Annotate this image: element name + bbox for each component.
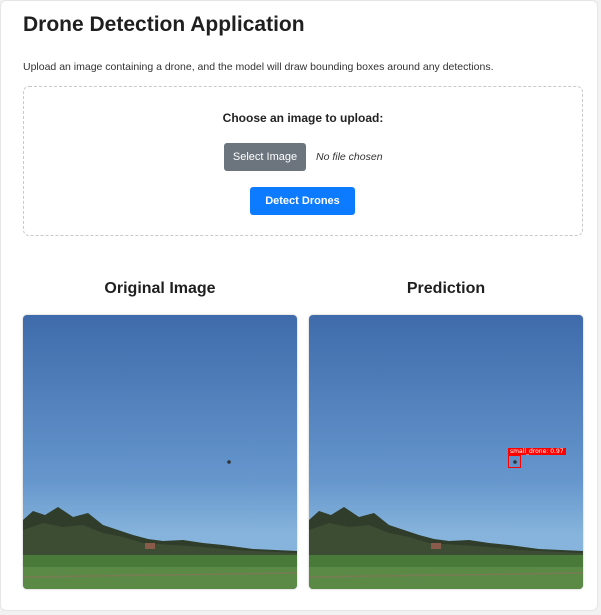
page-description: Upload an image containing a drone, and … — [23, 61, 494, 73]
file-status-text: No file chosen — [316, 151, 383, 163]
app-card: Drone Detection Application Upload an im… — [0, 0, 598, 611]
original-image — [23, 315, 297, 589]
detection-bounding-box — [508, 455, 521, 468]
original-image-heading: Original Image — [104, 280, 216, 297]
prediction-heading: Prediction — [406, 280, 486, 297]
page-title: Drone Detection Application — [23, 13, 305, 36]
upload-label: Choose an image to upload: — [222, 111, 384, 125]
file-input-row: Select Image No file chosen — [224, 143, 383, 171]
detect-drones-button[interactable]: Detect Drones — [250, 187, 355, 215]
detection-label: small_drone: 0.97 — [508, 448, 566, 455]
select-image-button[interactable]: Select Image — [224, 143, 306, 171]
prediction-image: small_drone: 0.97 — [309, 315, 583, 589]
original-scene-image — [23, 315, 297, 589]
upload-section: Choose an image to upload: Select Image … — [23, 86, 583, 236]
